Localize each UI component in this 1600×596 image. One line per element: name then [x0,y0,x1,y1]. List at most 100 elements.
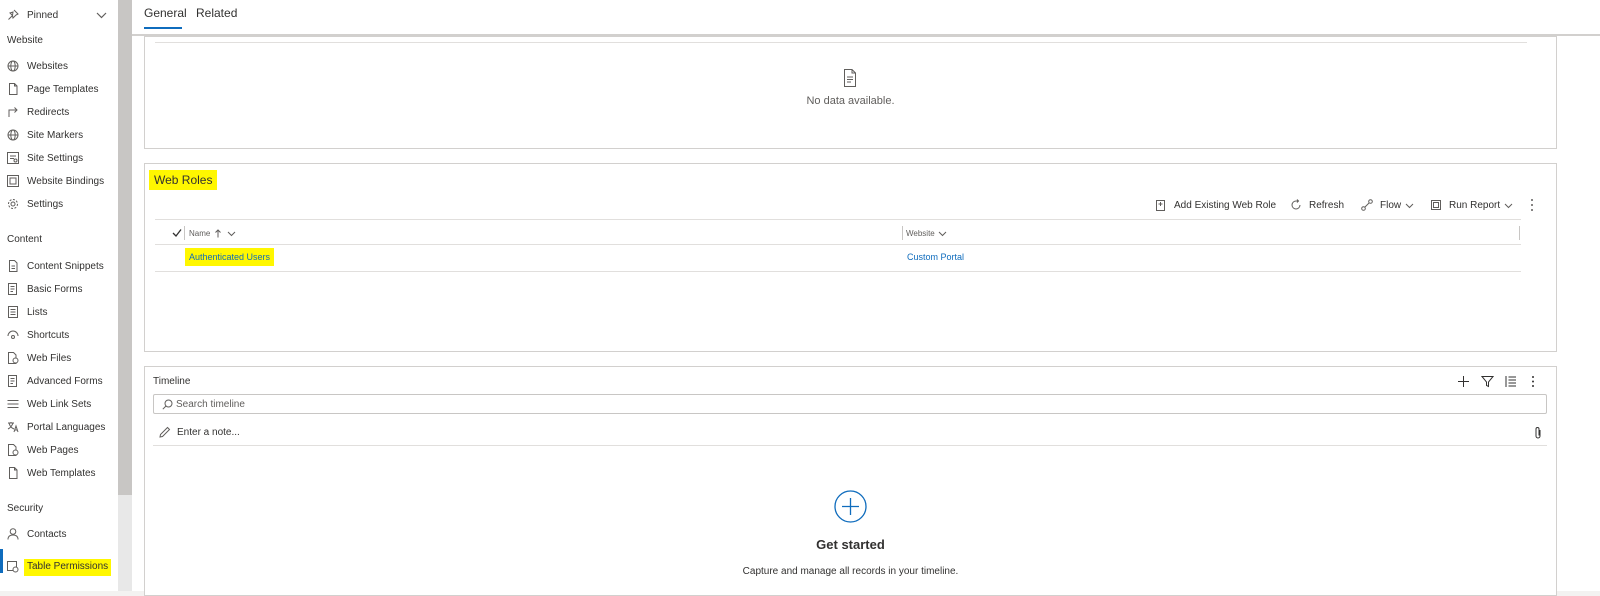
grid-header: Name Website [155,219,1521,245]
more-options-icon[interactable] [1528,197,1536,213]
command-label: Add Existing Web Role [1174,199,1277,211]
sidebar-item-label: Basic Forms [27,283,83,295]
timeline-title: Timeline [153,376,191,387]
empty-subgrid-section: No data available. [144,36,1557,149]
link-set-icon [7,400,19,408]
sidebar-item-label: Contacts [27,528,67,540]
divider [155,42,1527,43]
sidebar-item-table-permissions[interactable]: Table Permissions [0,557,118,580]
sidebar-item-portal-languages[interactable]: Portal Languages [0,416,118,438]
filter-icon[interactable] [1481,375,1494,388]
web-file-icon [8,352,19,364]
sidebar-item-website-bindings[interactable]: Website Bindings [0,170,118,192]
sidebar-item-content-snippets[interactable]: Content Snippets [0,255,118,277]
column-separator [902,226,903,240]
run-report-button[interactable]: Run Report [1430,197,1513,213]
sidebar-item-shortcuts[interactable]: Shortcuts [0,324,118,346]
sidebar-item-label: Portal Languages [27,421,106,433]
gear-icon [8,199,18,209]
list-icon [8,306,18,318]
sidebar-item-label: Web Pages [27,444,79,456]
sidebar-item-advanced-forms[interactable]: Advanced Forms [0,370,118,392]
chevron-down-icon [1504,203,1513,208]
column-separator [1519,226,1520,240]
form-icon [8,375,17,387]
sidebar-item-contacts[interactable]: Contacts [0,523,118,545]
sidebar-item-site-settings[interactable]: Site Settings [0,147,118,169]
timeline-search-input[interactable] [176,395,1476,413]
add-existing-icon [1156,200,1165,211]
paperclip-icon[interactable] [1533,426,1543,440]
sidebar-item-label: Web Files [27,352,72,364]
add-existing-web-role-button[interactable]: Add Existing Web Role [1155,197,1276,213]
refresh-icon [1291,199,1301,210]
sidebar-item-label: Web Templates [27,467,96,479]
timeline-search-box[interactable] [153,394,1547,414]
sidebar-item-site-markers[interactable]: Site Markers [0,124,118,146]
chevron-down-icon [1405,203,1414,208]
flow-button[interactable]: Flow [1361,197,1414,213]
snippet-icon [9,260,18,272]
sidebar-item-basic-forms[interactable]: Basic Forms [0,278,118,300]
sidebar-item-page-templates[interactable]: Page Templates [0,78,118,100]
sidebar-item-lists[interactable]: Lists [0,301,118,323]
sidebar-item-label: Settings [27,198,64,210]
record-form: General Related No data available. Web R… [132,0,1600,596]
search-icon [162,399,173,410]
document-icon [9,83,18,95]
sidebar-item-label: Websites [27,60,68,72]
group-title-content: Content [7,234,43,245]
add-icon[interactable] [1457,375,1470,388]
sidebar-item-label: Website Bindings [27,175,105,187]
note-placeholder[interactable]: Enter a note... [177,427,240,438]
form-icon [8,283,17,295]
document-icon [9,467,18,479]
sitemap-sidebar: Pinned Website Websites Page Templates R… [0,0,118,591]
sidebar-item-settings[interactable]: Settings [0,193,118,215]
flow-icon [1361,199,1373,211]
column-header-name[interactable]: Name [189,226,236,240]
settings-list-icon [7,152,19,164]
sidebar-item-web-files[interactable]: Web Files [0,347,118,369]
empty-state-title: Get started [816,537,885,552]
add-circle-icon[interactable] [834,490,867,523]
report-icon [1431,200,1441,210]
web-page-icon [8,444,19,456]
website-link[interactable]: Custom Portal [907,252,964,262]
sidebar-item-redirects[interactable]: Redirects [0,101,118,123]
tab-general[interactable]: General [144,6,187,20]
column-header-label: Website [906,228,935,238]
column-separator [184,226,185,240]
sidebar-item-label: Content Snippets [27,260,104,272]
sort-icon[interactable] [1504,375,1517,388]
sidebar-item-label: Shortcuts [27,329,70,341]
tab-related[interactable]: Related [196,6,237,20]
empty-state-subtitle: Capture and manage all records in your t… [742,566,959,577]
command-label: Run Report [1449,199,1501,211]
sidebar-item-web-pages[interactable]: Web Pages [0,439,118,461]
select-all-checkmark-icon[interactable] [172,228,182,238]
chevron-down-icon [96,12,107,19]
globe-icon [7,60,19,72]
command-label: Flow [1380,199,1402,211]
sidebar-scrollbar-thumb[interactable] [118,0,132,495]
timeline-section: Timeline Enter a note... Get started Cap… [144,366,1557,596]
refresh-button[interactable]: Refresh [1290,197,1344,213]
web-role-name-link[interactable]: Authenticated Users [185,248,275,266]
column-header-label: Name [189,228,211,238]
sidebar-item-websites[interactable]: Websites [0,55,118,77]
more-options-icon[interactable] [1530,375,1536,388]
table-row[interactable]: Authenticated Users Custom Portal [155,245,1521,272]
sidebar-item-label: Web Link Sets [27,398,92,410]
section-title: Web Roles [149,170,218,190]
note-composer[interactable]: Enter a note... [153,422,1547,446]
pinned-toggle[interactable]: Pinned [0,4,118,26]
column-header-website[interactable]: Website [906,226,947,240]
group-title-security: Security [7,503,44,514]
document-icon [844,69,856,87]
sidebar-item-web-templates[interactable]: Web Templates [0,462,118,484]
sidebar-item-label: Page Templates [27,83,99,95]
sidebar-item-web-link-sets[interactable]: Web Link Sets [0,393,118,415]
sidebar-item-label: Table Permissions [24,559,112,576]
chevron-down-icon [227,231,236,236]
